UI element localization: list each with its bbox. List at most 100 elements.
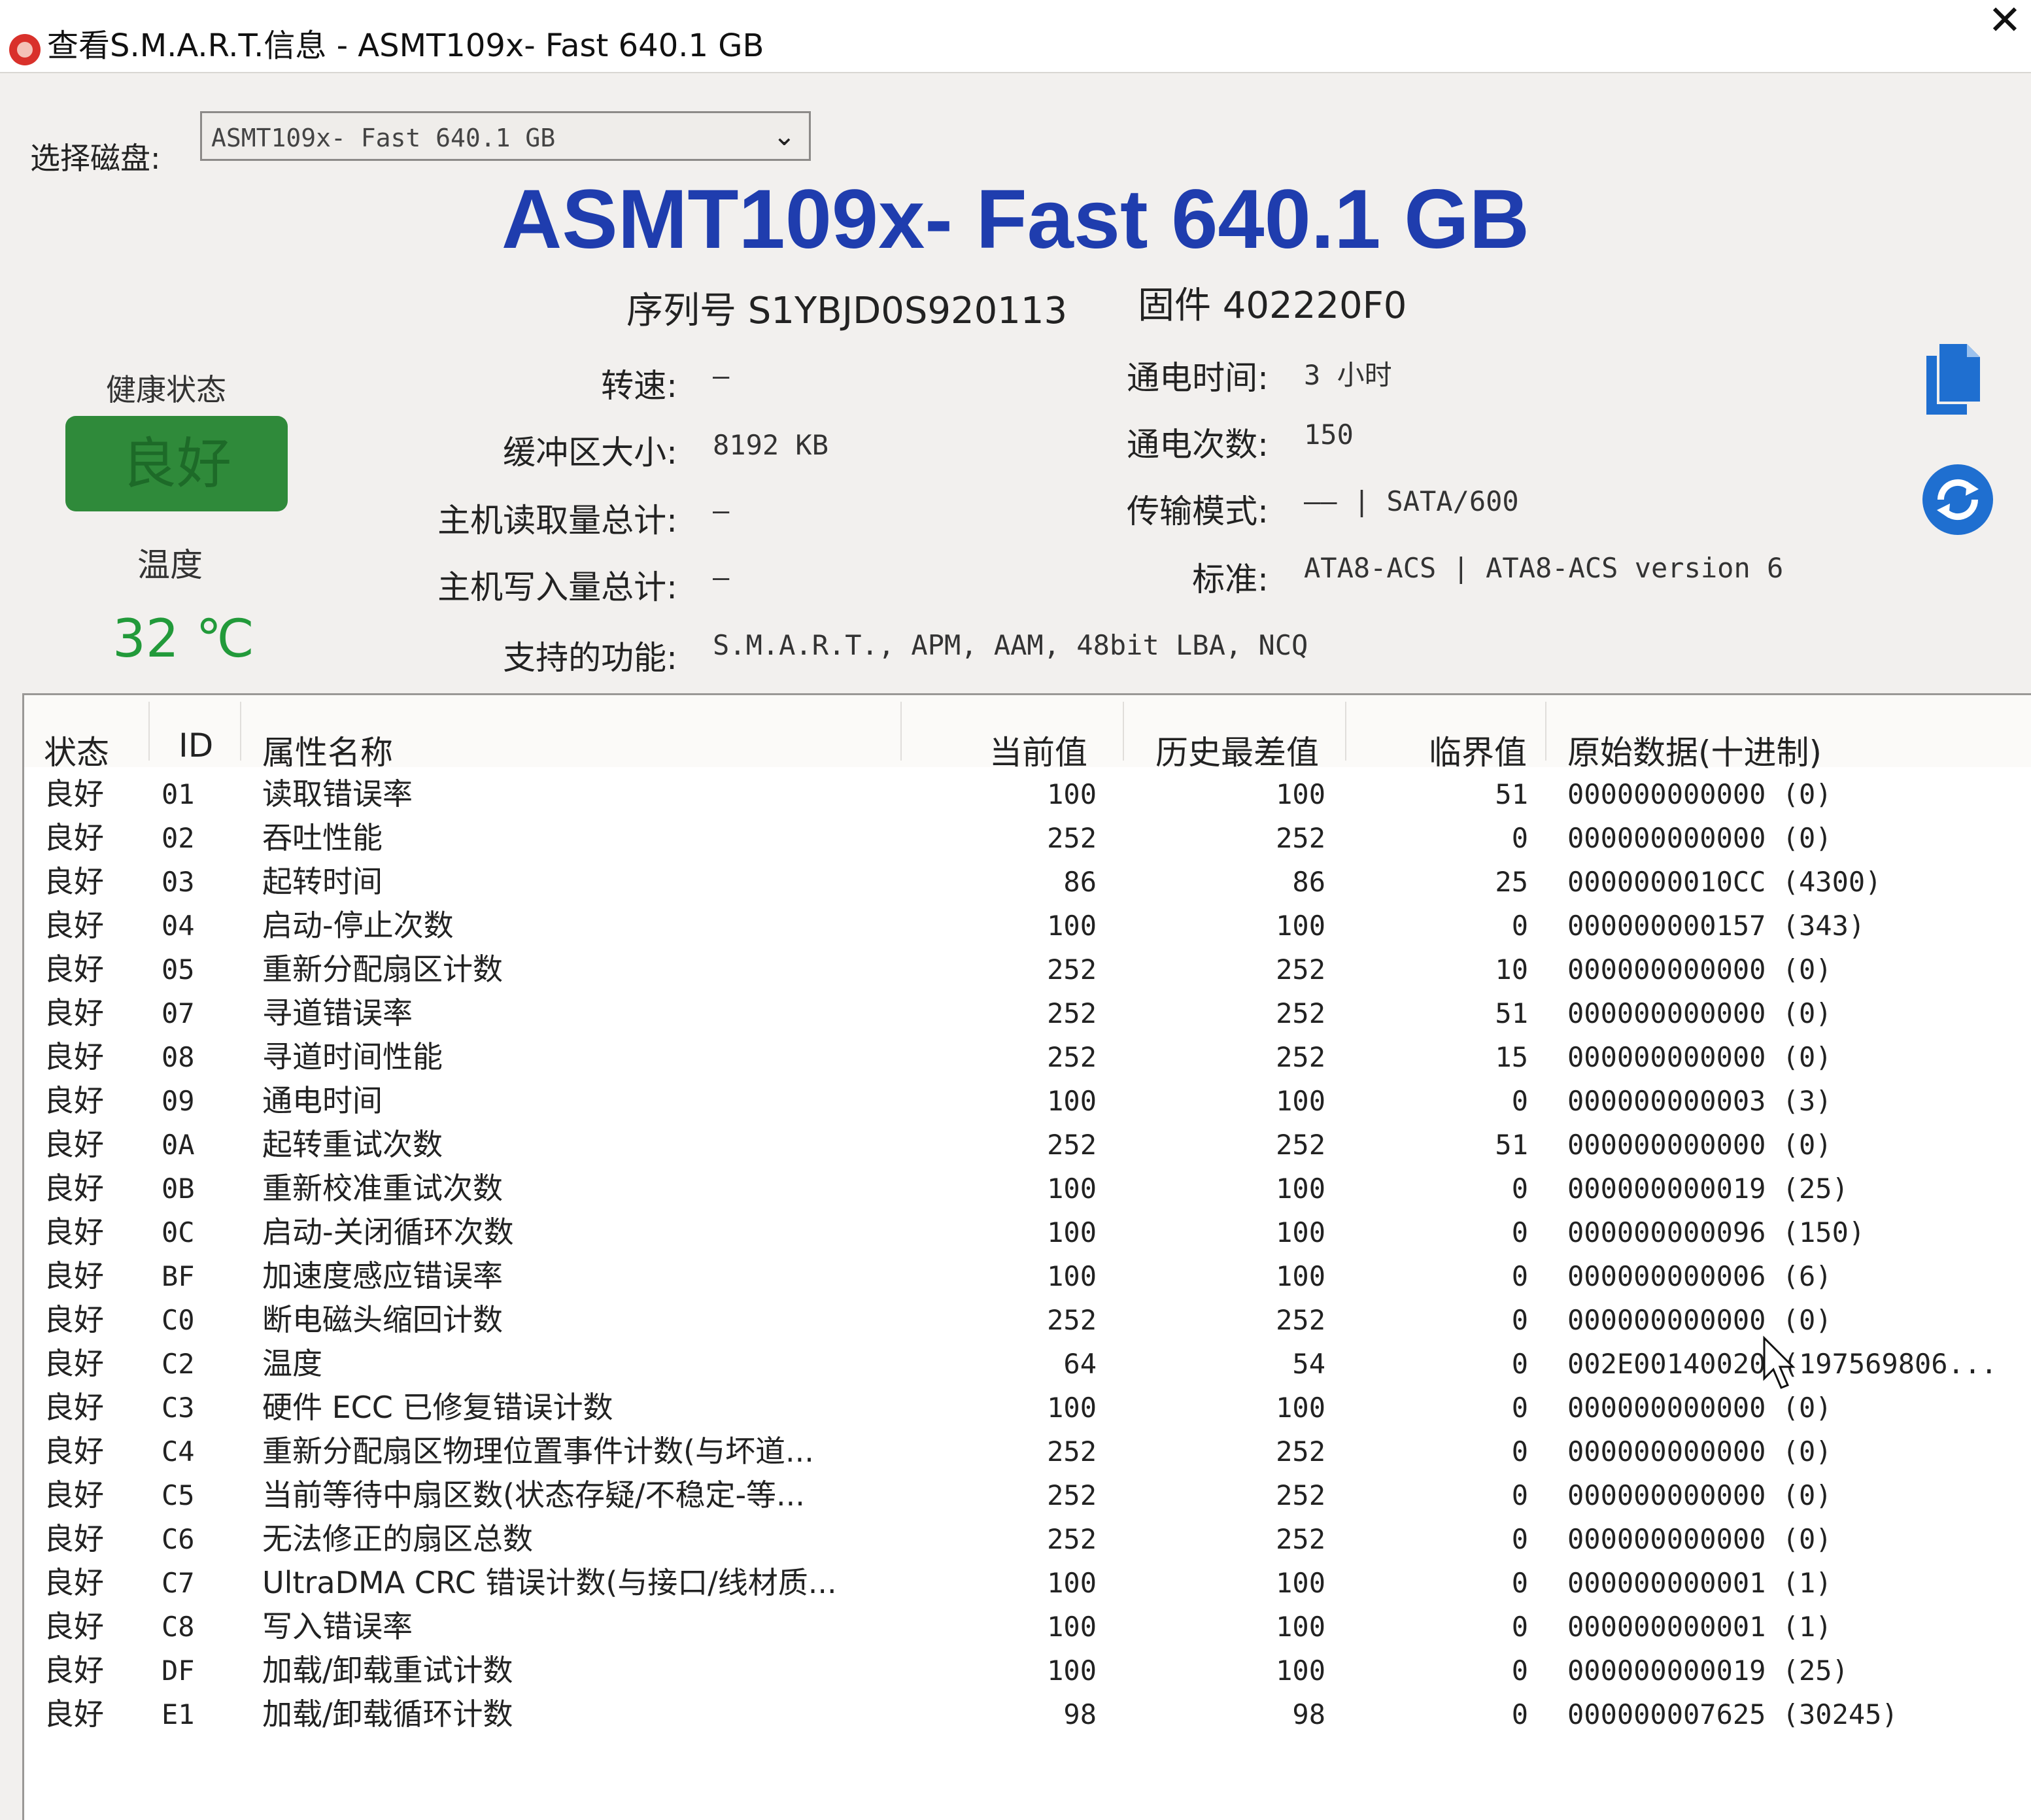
table-row[interactable]: 良好 0B 重新校准重试次数 100 100 0 000000000019 (25)	[24, 1167, 2031, 1210]
table-row[interactable]: 良好 01 读取错误率 100 100 51 000000000000 (0)	[24, 772, 2031, 816]
col-header-threshold[interactable]: 临界值	[1429, 727, 1527, 774]
table-row[interactable]: 良好 C8 写入错误率 100 100 0 000000000001 (1)	[24, 1605, 2031, 1649]
cell-threshold: 0	[1511, 1435, 1528, 1468]
table-row[interactable]: 良好 03 起转时间 86 86 25 0000000010CC (4300)	[24, 860, 2031, 904]
power-on-count-label: 通电次数:	[1127, 426, 1269, 464]
table-row[interactable]: 良好 05 重新分配扇区计数 252 252 10 000000000000 (0)	[24, 948, 2031, 991]
cell-current: 100	[1047, 1260, 1097, 1292]
col-header-worst[interactable]: 历史最差值	[1155, 727, 1319, 774]
chevron-down-icon[interactable]: ⌄	[773, 120, 796, 152]
cell-name: 写入错误率	[262, 1609, 413, 1644]
cell-raw: 000000000019 (25)	[1567, 1173, 1849, 1205]
disk-select-dropdown[interactable]: ASMT109x- Fast 640.1 GB ⌄	[200, 111, 811, 161]
cell-id: E1	[162, 1698, 195, 1730]
host-read-total-label: 主机读取量总计:	[437, 502, 677, 540]
host-read-total-value: —	[713, 494, 730, 526]
cell-name: UltraDMA CRC 错误计数(与接口/线材质...	[262, 1565, 837, 1600]
cell-id: C0	[162, 1304, 195, 1336]
cell-name: 加载/卸载循环计数	[262, 1696, 513, 1732]
table-row[interactable]: 良好 C0 断电磁头缩回计数 252 252 0 000000000000 (0)	[24, 1298, 2031, 1342]
buffer-size-value: 8192 KB	[713, 429, 829, 461]
table-row[interactable]: 良好 BF 加速度感应错误率 100 100 0 000000000006 (6)	[24, 1254, 2031, 1298]
smart-attributes-table[interactable]: 状态 ID 属性名称 当前值 历史最差值 临界值 原始数据(十进制) 良好 01 读…	[22, 693, 2031, 1820]
serial-number: 序列号 S1YBJD0S920113	[626, 290, 1068, 332]
table-row[interactable]: 良好 08 寻道时间性能 252 252 15 000000000000 (0)	[24, 1035, 2031, 1079]
table-row[interactable]: 良好 04 启动-停止次数 100 100 0 000000000157 (343)	[24, 904, 2031, 948]
cell-raw: 000000000157 (343)	[1567, 910, 1866, 942]
table-header: 状态 ID 属性名称 当前值 历史最差值 临界值 原始数据(十进制)	[24, 695, 2031, 772]
cell-id: C5	[162, 1479, 195, 1511]
cell-threshold: 0	[1511, 1567, 1528, 1599]
cell-worst: 252	[1276, 1304, 1325, 1336]
table-row[interactable]: 良好 C7 UltraDMA CRC 错误计数(与接口/线材质... 100 100 0 0…	[24, 1561, 2031, 1605]
standard-value: ATA8-ACS | ATA8-ACS version 6	[1304, 552, 1784, 584]
cell-threshold: 0	[1511, 1216, 1528, 1248]
cell-status: 良好	[44, 1390, 104, 1425]
cell-threshold: 25	[1495, 866, 1528, 898]
col-header-name[interactable]: 属性名称	[262, 727, 393, 774]
table-row[interactable]: 良好 C3 硬件 ECC 已修复错误计数 100 100 0 000000000000 (0…	[24, 1386, 2031, 1430]
cell-raw: 000000000000 (0)	[1567, 1392, 1832, 1424]
cell-status: 良好	[44, 1258, 104, 1294]
cell-id: 0B	[162, 1173, 195, 1205]
drive-name: ASMT109x- Fast 640.1 GB	[501, 173, 1530, 266]
cell-status: 良好	[44, 995, 104, 1031]
mouse-cursor-icon	[1763, 1335, 1796, 1389]
refresh-icon[interactable]	[1921, 463, 1994, 536]
cell-threshold: 15	[1495, 1041, 1528, 1073]
cell-name: 起转时间	[262, 864, 383, 899]
table-row[interactable]: 良好 07 寻道错误率 252 252 51 000000000000 (0)	[24, 991, 2031, 1035]
cell-status: 良好	[44, 864, 104, 899]
copy-icon[interactable]	[1921, 341, 1984, 419]
table-row[interactable]: 良好 0A 起转重试次数 252 252 51 000000000000 (0)	[24, 1123, 2031, 1167]
close-icon[interactable]: ✕	[1988, 0, 2022, 41]
cell-threshold: 0	[1511, 1655, 1528, 1687]
cell-name: 吞吐性能	[262, 820, 383, 855]
cell-status: 良好	[44, 1477, 104, 1513]
col-header-raw[interactable]: 原始数据(十进制)	[1567, 727, 1822, 774]
cell-name: 通电时间	[262, 1083, 383, 1118]
cell-worst: 100	[1276, 1392, 1325, 1424]
temperature-title: 温度	[137, 546, 203, 584]
table-row[interactable]: 良好 E1 加载/卸载循环计数 98 98 0 000000007625 (30245)	[24, 1692, 2031, 1736]
cell-worst: 86	[1292, 866, 1325, 898]
cell-threshold: 0	[1511, 1348, 1528, 1380]
cell-status: 良好	[44, 820, 104, 855]
cell-id: C3	[162, 1392, 195, 1424]
cell-raw: 000000000000 (0)	[1567, 1523, 1832, 1555]
cell-status: 良好	[44, 1346, 104, 1381]
table-row[interactable]: 良好 DF 加载/卸载重试计数 100 100 0 000000000019 (25)	[24, 1649, 2031, 1692]
cell-name: 读取错误率	[262, 776, 413, 812]
cell-id: 07	[162, 997, 195, 1029]
col-header-current[interactable]: 当前值	[989, 727, 1087, 774]
power-on-count-value: 150	[1304, 419, 1354, 451]
rpm-label: 转速:	[601, 367, 677, 405]
cell-current: 100	[1047, 1655, 1097, 1687]
health-status-badge: 良好	[65, 416, 288, 511]
cell-threshold: 0	[1511, 822, 1528, 854]
table-row[interactable]: 良好 0C 启动-关闭循环次数 100 100 0 000000000096 (150)	[24, 1210, 2031, 1254]
cell-name: 启动-关闭循环次数	[262, 1214, 514, 1250]
cell-threshold: 0	[1511, 1392, 1528, 1424]
cell-raw: 000000000000 (0)	[1567, 1435, 1832, 1468]
table-row[interactable]: 良好 02 吞吐性能 252 252 0 000000000000 (0)	[24, 816, 2031, 860]
cell-status: 良好	[44, 1302, 104, 1337]
table-row[interactable]: 良好 C5 当前等待中扇区数(状态存疑/不稳定-等... 252 252 0 0000000…	[24, 1473, 2031, 1517]
table-row[interactable]: 良好 C4 重新分配扇区物理位置事件计数(与坏道... 252 252 0 00000000…	[24, 1430, 2031, 1473]
table-row[interactable]: 良好 C6 无法修正的扇区总数 252 252 0 000000000000 (0)	[24, 1517, 2031, 1561]
cell-id: C2	[162, 1348, 195, 1380]
table-row[interactable]: 良好 C2 温度 64 54 0 002E00140020 (197569806...	[24, 1342, 2031, 1386]
cell-threshold: 0	[1511, 1304, 1528, 1336]
cell-id: C8	[162, 1611, 195, 1643]
cell-name: 断电磁头缩回计数	[262, 1302, 503, 1337]
table-row[interactable]: 良好 09 通电时间 100 100 0 000000000003 (3)	[24, 1079, 2031, 1123]
cell-id: C6	[162, 1523, 195, 1555]
col-header-status[interactable]: 状态	[44, 727, 109, 774]
cell-id: 05	[162, 953, 195, 986]
cell-status: 良好	[44, 1521, 104, 1556]
cell-current: 86	[1063, 866, 1097, 898]
host-write-total-value: —	[713, 561, 730, 593]
col-header-id[interactable]: ID	[179, 727, 213, 764]
cell-worst: 100	[1276, 1173, 1325, 1205]
cell-current: 252	[1047, 1435, 1097, 1468]
